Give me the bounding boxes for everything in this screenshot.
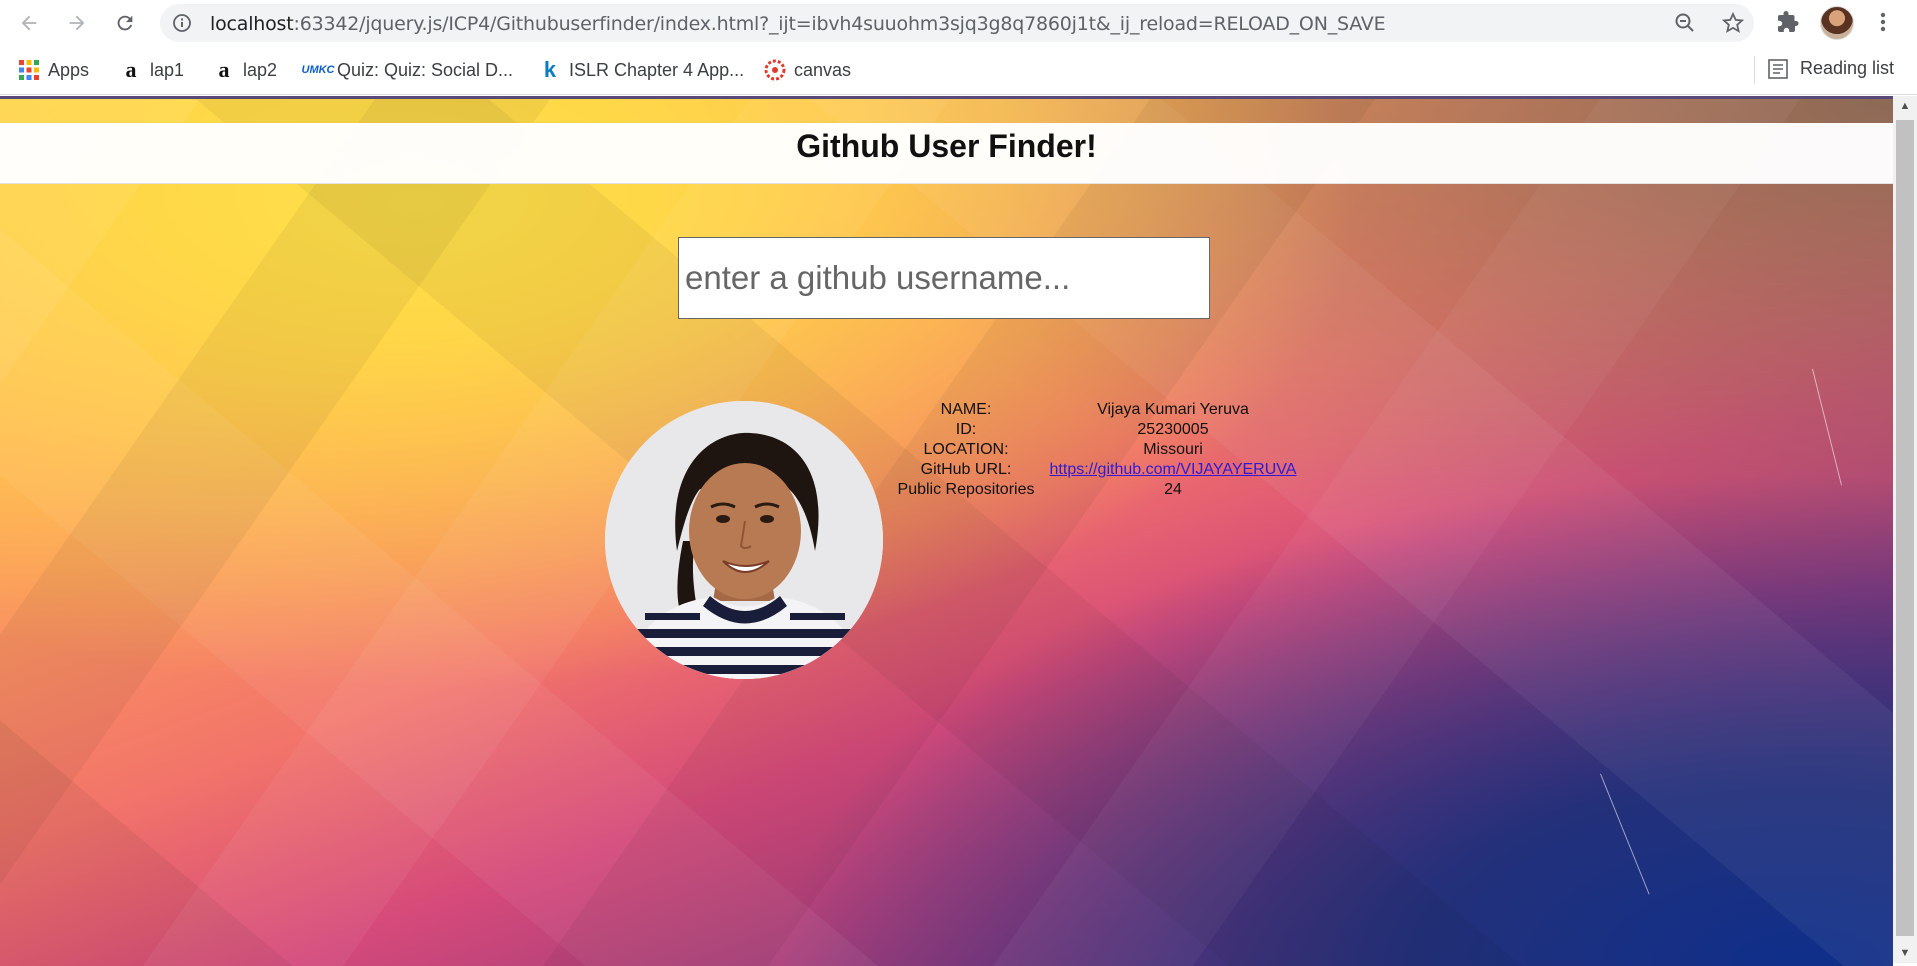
zoom-icon[interactable] bbox=[1673, 11, 1697, 35]
table-row: GitHub URL: https://github.com/VIJAYAYER… bbox=[890, 461, 1300, 479]
umkc-icon: UMKC bbox=[301, 64, 335, 76]
amazon-icon: a bbox=[218, 57, 230, 82]
back-button[interactable] bbox=[12, 6, 46, 40]
user-info-table: NAME: Vijaya Kumari Yeruva ID: 25230005 … bbox=[886, 399, 1304, 501]
reading-list-button[interactable]: Reading list bbox=[1768, 58, 1894, 79]
public-repos-value: 24 bbox=[1164, 481, 1182, 498]
background-decoration bbox=[1812, 368, 1843, 486]
github-username-input[interactable] bbox=[678, 237, 1210, 319]
github-profile-link[interactable]: https://github.com/VIJAYAYERUVA bbox=[1050, 461, 1297, 478]
reload-icon bbox=[117, 15, 133, 31]
name-value: Vijaya Kumari Yeruva bbox=[1097, 401, 1249, 418]
arrow-right-icon bbox=[69, 15, 85, 31]
name-label: NAME: bbox=[940, 401, 992, 418]
scroll-thumb[interactable] bbox=[1896, 120, 1914, 936]
extensions-puzzle-icon[interactable] bbox=[1776, 10, 1800, 34]
bookmark-lap2[interactable]: a lap2 bbox=[213, 57, 278, 82]
bookmarks-bar: Apps a lap1 a lap2 UMKC Quiz: Quiz: Soci… bbox=[0, 46, 1917, 95]
k-icon: k bbox=[543, 57, 557, 82]
github-url-label: GitHub URL: bbox=[920, 461, 1012, 478]
apps-grid-icon bbox=[18, 59, 40, 81]
bookmark-label: Quiz: Quiz: Social D... bbox=[337, 59, 514, 80]
info-icon[interactable] bbox=[172, 13, 192, 33]
profile-avatar[interactable] bbox=[1820, 6, 1854, 40]
bookmarks-divider bbox=[1754, 56, 1755, 84]
reading-list-icon bbox=[1768, 58, 1788, 79]
reading-list-label: Reading list bbox=[1800, 58, 1895, 78]
bookmark-label: lap1 bbox=[150, 59, 185, 80]
bookmark-islr[interactable]: k ISLR Chapter 4 App... bbox=[539, 57, 745, 82]
bookmark-quiz[interactable]: UMKC Quiz: Quiz: Social D... bbox=[301, 58, 514, 82]
arrow-left-icon bbox=[21, 15, 37, 31]
forward-button[interactable] bbox=[60, 6, 94, 40]
url-text[interactable]: localhost:63342/jquery.js/ICP4/Githubuse… bbox=[210, 13, 1386, 35]
location-label: LOCATION: bbox=[923, 441, 1009, 458]
canvas-icon bbox=[764, 59, 786, 81]
header-band: Github User Finder! bbox=[0, 123, 1893, 184]
reload-button[interactable] bbox=[108, 6, 142, 40]
background-decoration bbox=[1600, 773, 1650, 895]
table-row: ID: 25230005 bbox=[890, 421, 1300, 439]
id-label: ID: bbox=[955, 421, 977, 438]
page-title: Github User Finder! bbox=[796, 128, 1097, 164]
star-icon[interactable] bbox=[1721, 11, 1745, 35]
bookmark-label: lap2 bbox=[243, 59, 278, 80]
table-row: NAME: Vijaya Kumari Yeruva bbox=[890, 401, 1300, 419]
bookmark-lap1[interactable]: a lap1 bbox=[120, 57, 185, 82]
table-row: Public Repositories 24 bbox=[890, 481, 1300, 499]
id-value: 25230005 bbox=[1137, 421, 1209, 438]
page-viewport: Github User Finder! enter a github usern… bbox=[0, 96, 1893, 966]
person-photo-illustration bbox=[605, 401, 883, 679]
page-scrollbar[interactable]: ▲ ▼ bbox=[1893, 96, 1917, 963]
location-value: Missouri bbox=[1143, 441, 1203, 458]
scroll-up-arrow-icon[interactable]: ▲ bbox=[1893, 96, 1917, 116]
browser-toolbar: localhost:63342/jquery.js/ICP4/Githubuse… bbox=[0, 0, 1917, 46]
table-row: LOCATION: Missouri bbox=[890, 441, 1300, 459]
bookmark-apps[interactable]: Apps bbox=[18, 58, 89, 82]
bookmark-label: Apps bbox=[48, 59, 90, 80]
bookmark-label: canvas bbox=[794, 59, 852, 80]
scroll-down-arrow-icon[interactable]: ▼ bbox=[1893, 943, 1917, 963]
github-url-cell: https://github.com/VIJAYAYERUVA bbox=[1046, 461, 1300, 479]
amazon-icon: a bbox=[125, 57, 137, 82]
profile-photo bbox=[605, 401, 883, 679]
public-repos-label: Public Repositories bbox=[897, 481, 1035, 498]
bookmark-label: ISLR Chapter 4 App... bbox=[569, 59, 745, 80]
more-vert-icon[interactable] bbox=[1875, 10, 1891, 34]
address-bar[interactable]: localhost:63342/jquery.js/ICP4/Githubuse… bbox=[160, 4, 1754, 42]
bookmark-canvas[interactable]: canvas bbox=[764, 58, 851, 82]
